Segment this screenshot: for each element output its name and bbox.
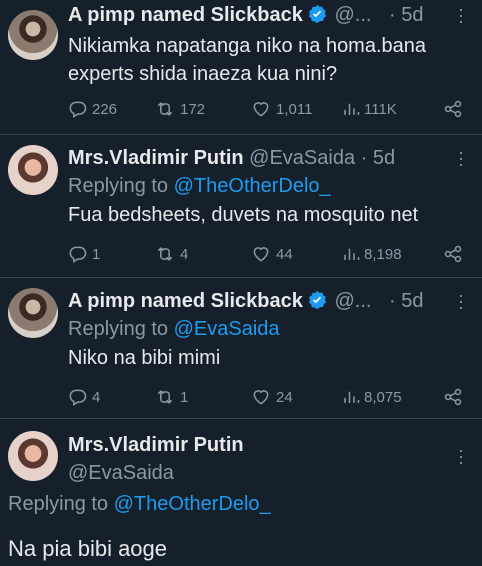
reply-button[interactable]: 1 [68,244,154,264]
like-count: 24 [276,388,293,406]
handle[interactable]: @... [334,4,371,26]
views-icon [344,103,360,115]
action-bar: 1 4 44 8,198 [68,243,464,265]
like-button[interactable]: 24 [250,387,342,407]
more-dots-icon[interactable]: · · · [458,441,464,471]
author-block: Mrs.Vladimir Putin @EvaSaida [68,431,244,487]
like-count: 1,011 [276,100,313,118]
timestamp[interactable]: · 5d [361,147,395,169]
reply-button[interactable]: 4 [68,387,154,407]
share-button[interactable] [442,387,464,407]
more-dots-icon[interactable]: · · · [458,286,464,316]
replying-to-label: Replying to [8,493,109,515]
views-button[interactable]: 8,075 [342,388,432,406]
display-name[interactable]: Mrs.Vladimir Putin [68,431,244,459]
share-icon [444,388,462,406]
replying-to-handle[interactable]: @TheOtherDelo_ [174,175,331,197]
like-button[interactable]: 44 [250,244,342,264]
tweet[interactable]: Mrs.Vladimir Putin @EvaSaida · 5d · · · Re… [0,134,482,277]
repost-icon [157,102,173,116]
repost-count: 4 [180,245,189,263]
views-button[interactable]: 111K [342,100,432,118]
replying-to-label: Replying to [68,318,169,340]
timestamp[interactable]: · 5d [389,290,423,312]
avatar[interactable] [8,288,58,338]
share-icon [444,100,462,118]
handle[interactable]: @EvaSaida [68,459,244,487]
handle[interactable]: @EvaSaida [249,147,355,169]
verified-badge-icon [307,290,327,316]
share-icon [444,245,462,263]
views-button[interactable]: 8,198 [342,245,432,263]
avatar[interactable] [8,10,58,60]
reply-button[interactable]: 226 [68,99,154,119]
like-button[interactable]: 1,011 [250,99,342,119]
tweet-header: Mrs.Vladimir Putin @EvaSaida · 5d [68,147,456,170]
replying-to: Replying to @EvaSaida [68,318,280,341]
view-count: 8,075 [364,388,402,406]
more-dots-icon[interactable]: · · · [458,143,464,173]
view-count: 8,198 [364,245,402,263]
display-name[interactable]: A pimp named Slickback [68,4,303,26]
share-button[interactable] [442,244,464,264]
tweet[interactable]: A pimp named Slickback @... · 5d · · · Rep… [0,277,482,419]
avatar[interactable] [8,145,58,195]
avatar[interactable] [8,431,58,481]
replying-to: Replying to @TheOtherDelo_ [68,175,331,198]
display-name[interactable]: Mrs.Vladimir Putin [68,147,244,169]
reply-count: 1 [92,245,101,263]
display-name[interactable]: A pimp named Slickback [68,290,303,312]
tweet-header: A pimp named Slickback @... · 5d [68,290,456,316]
more-dots-icon[interactable]: · · · [458,0,464,30]
replying-to-handle[interactable]: @TheOtherDelo_ [114,493,271,515]
repost-icon [157,390,173,404]
tweet-text: Niko na bibi mimi [68,347,221,369]
tweet-text: Na pia bibi aoge [8,536,168,561]
replying-to: Replying to @TheOtherDelo_ [8,493,271,516]
reply-count: 226 [92,100,118,118]
views-icon [344,248,360,260]
repost-count: 172 [180,100,206,118]
focused-tweet: Mrs.Vladimir Putin @EvaSaida · · · Replyin… [0,418,482,566]
repost-count: 1 [180,388,189,406]
tweet[interactable]: A pimp named Slickback @... · 5d · · · Nik… [0,0,482,134]
heart-icon [253,102,269,117]
reply-icon [69,389,87,406]
reply-icon [69,101,87,118]
verified-badge-icon [307,4,327,30]
like-count: 44 [276,245,293,263]
repost-button[interactable]: 172 [154,99,250,119]
reply-count: 4 [92,388,101,406]
views-icon [344,391,360,403]
share-button[interactable] [442,99,464,119]
repost-icon [157,247,173,261]
handle[interactable]: @... [334,290,371,312]
repost-button[interactable]: 4 [154,244,250,264]
action-bar: 226 172 1,011 111K [68,98,464,120]
heart-icon [253,390,269,405]
tweet-text: Nikiamka napatanga niko na homa.bana exp… [68,35,427,85]
tweet-header: A pimp named Slickback @... · 5d [68,4,456,30]
heart-icon [253,247,269,262]
tweet-text: Fua bedsheets, duvets na mosquito net [68,204,419,226]
timestamp[interactable]: · 5d [389,4,423,26]
repost-button[interactable]: 1 [154,387,250,407]
replying-to-label: Replying to [68,175,169,197]
replying-to-handle[interactable]: @EvaSaida [174,318,280,340]
view-count: 111K [364,100,397,118]
reply-icon [69,246,87,263]
action-bar: 4 1 24 8,075 [68,386,464,408]
